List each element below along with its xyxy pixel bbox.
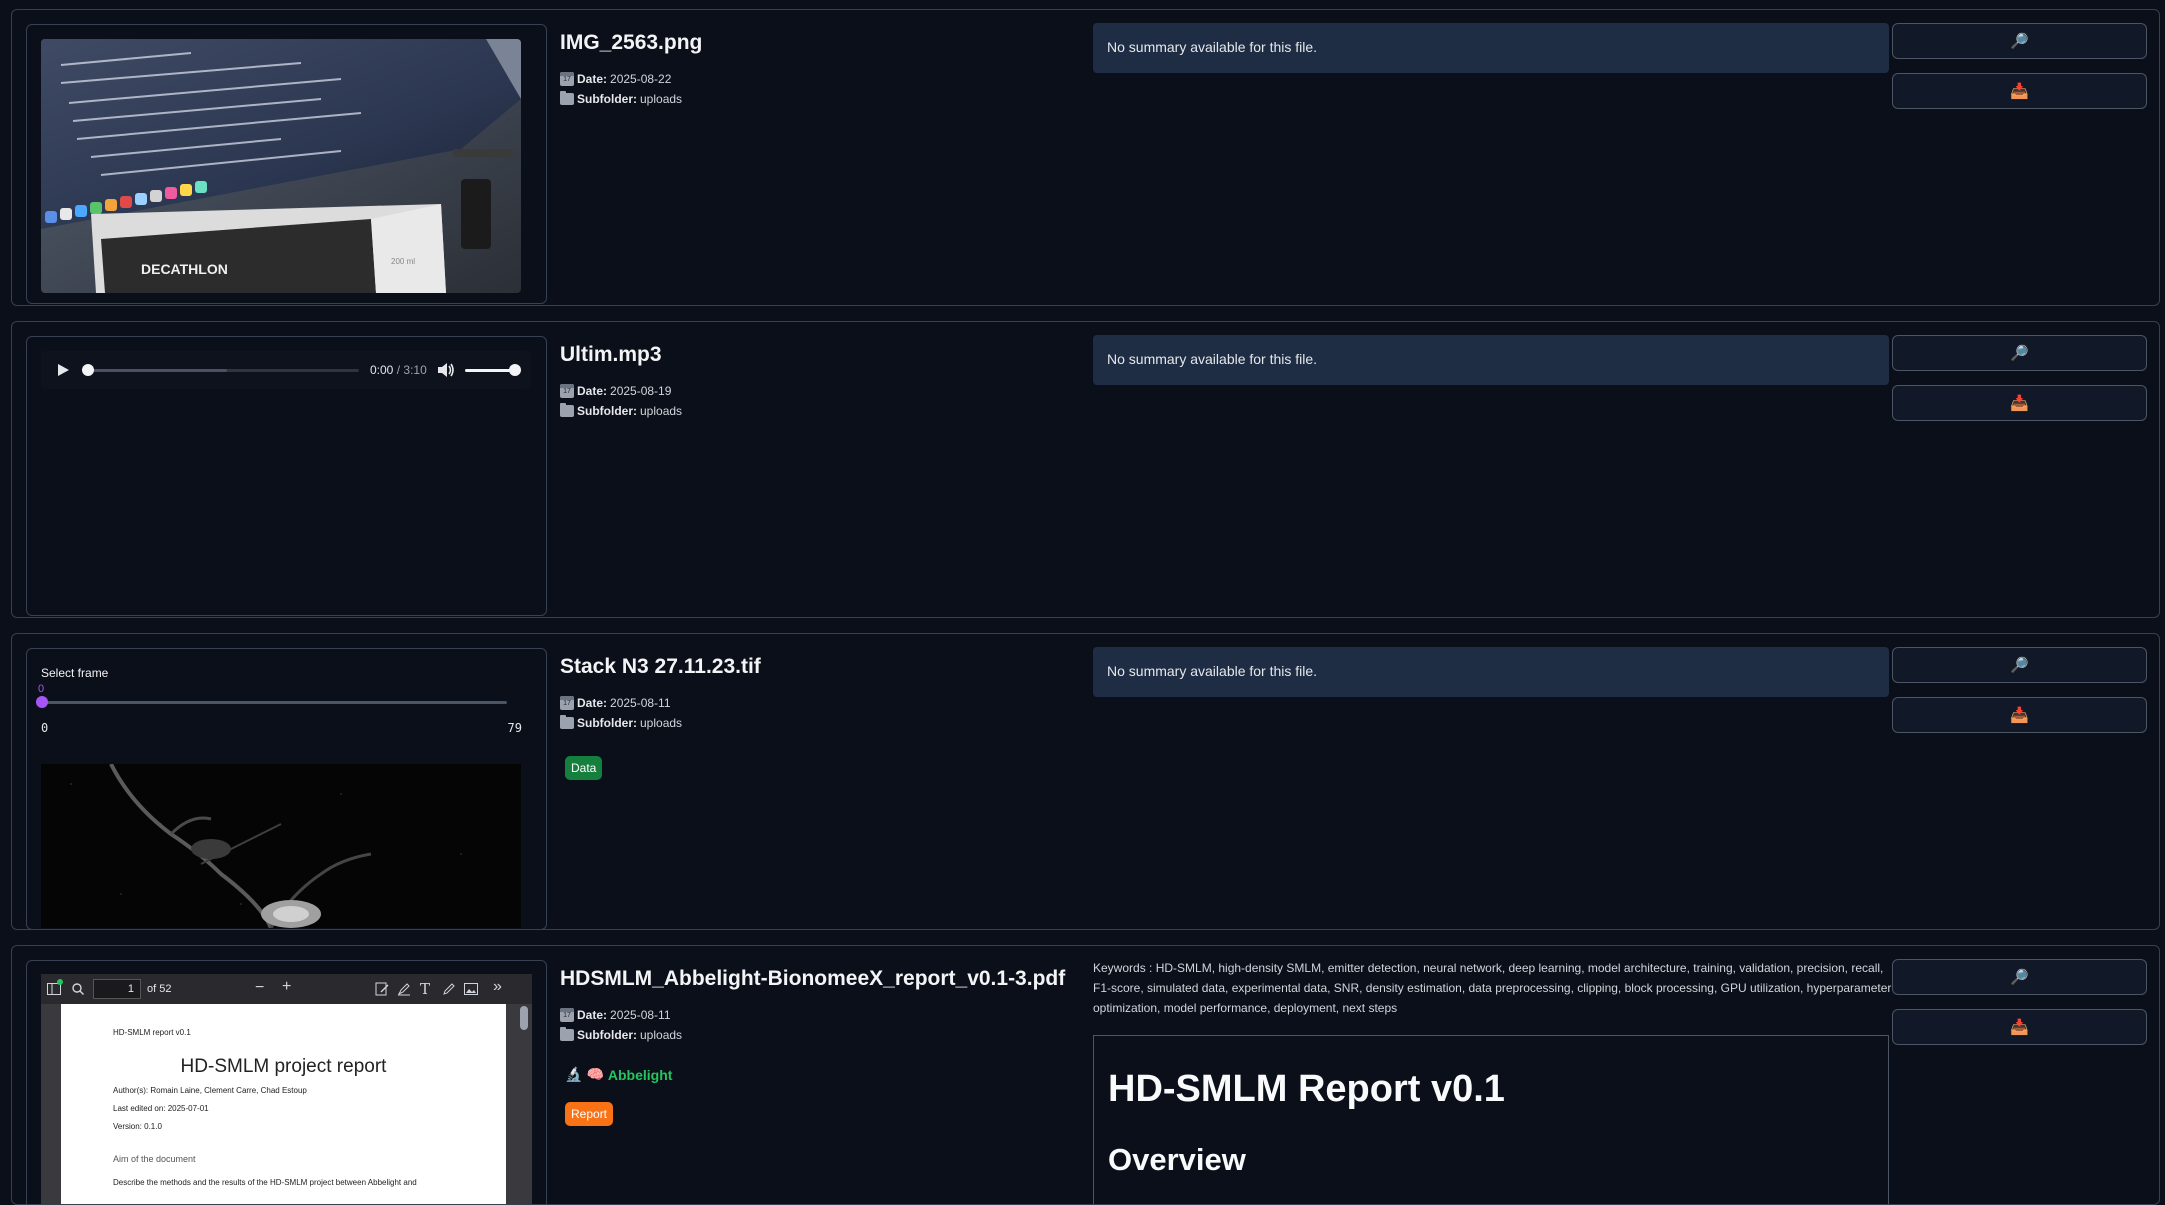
- pdf-page: HD-SMLM report v0.1 HD-SMLM project repo…: [61, 1004, 506, 1204]
- pdf-toolbar: 1 of 52 − + T »: [41, 974, 532, 1004]
- file-card-audio: 0:00 / 3:10 Ultim.mp3 17 Date: 2025-08-19 …: [11, 321, 2160, 618]
- file-date: 17 Date: 2025-08-11: [560, 1008, 671, 1022]
- photo-preview: DECATHLON 200 ml: [41, 39, 521, 293]
- slider-label: Select frame: [41, 666, 109, 680]
- markdown-summary: HD-SMLM Report v0.1 Overview: [1093, 1035, 1889, 1204]
- image-tool-icon[interactable]: [464, 983, 478, 995]
- file-card-tif: Select frame 0 0 79 Stack N3 27.11.23.ti…: [11, 633, 2160, 930]
- svg-text:DECATHLON: DECATHLON: [141, 261, 228, 277]
- inbox-tray-icon: 📥: [2010, 83, 2029, 100]
- file-card-pdf: 1 of 52 − + T » HD-SMLM report v0.1 HD-S…: [11, 945, 2160, 1205]
- file-subfolder: Subfolder: uploads: [560, 715, 682, 730]
- magnifier-icon: 🔎: [2010, 345, 2029, 362]
- magnifier-icon: 🔎: [2010, 33, 2029, 50]
- file-subfolder: Subfolder: uploads: [560, 403, 682, 418]
- calendar-icon: 17: [560, 696, 574, 710]
- image-preview: DECATHLON 200 ml: [26, 24, 547, 304]
- draw-icon[interactable]: [442, 982, 456, 996]
- file-subfolder: Subfolder: uploads: [560, 91, 682, 106]
- file-title: Ultim.mp3: [560, 343, 662, 366]
- magnifier-icon: 🔎: [2010, 657, 2029, 674]
- file-title: Stack N3 27.11.23.tif: [560, 655, 761, 678]
- file-title: HDSMLM_Abbelight-BionomeeX_report_v0.1-3…: [560, 967, 1066, 990]
- audio-player: 0:00 / 3:10: [41, 351, 531, 389]
- markdown-h1: HD-SMLM Report v0.1: [1108, 1068, 1505, 1110]
- tif-preview: Select frame 0 0 79: [26, 648, 547, 929]
- microscope-icon: 🔬: [565, 1066, 583, 1082]
- view-button[interactable]: 🔎: [1892, 335, 2147, 371]
- audio-progress-thumb[interactable]: [82, 364, 94, 376]
- audio-buffer: [87, 369, 227, 372]
- pdf-viewport[interactable]: HD-SMLM report v0.1 HD-SMLM project repo…: [41, 1004, 532, 1204]
- inbox-tray-icon: 📥: [2010, 395, 2029, 412]
- folder-icon: [560, 403, 574, 417]
- highlight-icon[interactable]: [397, 982, 411, 996]
- slider-max: 79: [507, 721, 522, 735]
- volume-icon[interactable]: [437, 362, 455, 378]
- download-button[interactable]: 📥: [1892, 697, 2147, 733]
- page-count: of 52: [147, 983, 172, 995]
- file-card-image: DECATHLON 200 ml IMG_2563.png 17 Date: 202…: [11, 9, 2160, 306]
- markdown-h2: Overview: [1108, 1142, 1246, 1177]
- project-tag: 🔬 🧠 Abbelight: [565, 1066, 673, 1083]
- zoom-in-button[interactable]: +: [282, 978, 291, 996]
- file-date: 17 Date: 2025-08-22: [560, 72, 671, 86]
- sign-icon[interactable]: [375, 982, 389, 996]
- summary-box: No summary available for this file.: [1093, 647, 1889, 697]
- file-subfolder: Subfolder: uploads: [560, 1027, 682, 1042]
- page-number-input[interactable]: 1: [93, 979, 141, 999]
- file-title: IMG_2563.png: [560, 31, 703, 54]
- file-date: 17 Date: 2025-08-11: [560, 696, 671, 710]
- frame-slider-track[interactable]: [36, 696, 507, 708]
- svg-text:200 ml: 200 ml: [391, 257, 415, 266]
- folder-icon: [560, 1027, 574, 1041]
- summary-box: No summary available for this file.: [1093, 335, 1889, 385]
- pdf-preview: 1 of 52 − + T » HD-SMLM report v0.1 HD-S…: [26, 960, 547, 1204]
- view-button[interactable]: 🔎: [1892, 23, 2147, 59]
- download-button[interactable]: 📥: [1892, 73, 2147, 109]
- more-tools-icon[interactable]: »: [493, 978, 502, 996]
- inbox-tray-icon: 📥: [2010, 1019, 2029, 1036]
- view-button[interactable]: 🔎: [1892, 647, 2147, 683]
- audio-time: 0:00 / 3:10: [370, 363, 427, 377]
- microscopy-frame: [41, 764, 521, 928]
- view-button[interactable]: 🔎: [1892, 959, 2147, 995]
- volume-slider[interactable]: [465, 364, 521, 376]
- zoom-out-button[interactable]: −: [255, 979, 264, 997]
- audio-progress-track[interactable]: [82, 364, 359, 376]
- summary-box: No summary available for this file.: [1093, 23, 1889, 73]
- inbox-tray-icon: 📥: [2010, 707, 2029, 724]
- text-tool-icon[interactable]: T: [420, 980, 430, 998]
- category-badge: Data: [565, 756, 603, 780]
- download-button[interactable]: 📥: [1892, 1009, 2147, 1045]
- audio-preview: 0:00 / 3:10: [26, 336, 547, 616]
- brain-icon: 🧠: [586, 1066, 604, 1082]
- folder-icon: [560, 715, 574, 729]
- slider-value: 0: [38, 683, 45, 695]
- keywords: Keywords : HD-SMLM, high-density SMLM, e…: [1093, 961, 1892, 1015]
- slider-min: 0: [41, 721, 49, 735]
- folder-icon: [560, 91, 574, 105]
- download-button[interactable]: 📥: [1892, 385, 2147, 421]
- volume-thumb[interactable]: [509, 364, 521, 376]
- calendar-icon: 17: [560, 72, 574, 86]
- play-icon[interactable]: [55, 362, 71, 378]
- calendar-icon: 17: [560, 384, 574, 398]
- category-badge: Report: [565, 1102, 614, 1126]
- frame-slider-thumb[interactable]: [36, 696, 48, 708]
- calendar-icon: 17: [560, 1008, 574, 1022]
- pdf-scrollbar[interactable]: [520, 1006, 528, 1030]
- search-icon[interactable]: [72, 983, 84, 995]
- magnifier-icon: 🔎: [2010, 969, 2029, 986]
- file-date: 17 Date: 2025-08-19: [560, 384, 671, 398]
